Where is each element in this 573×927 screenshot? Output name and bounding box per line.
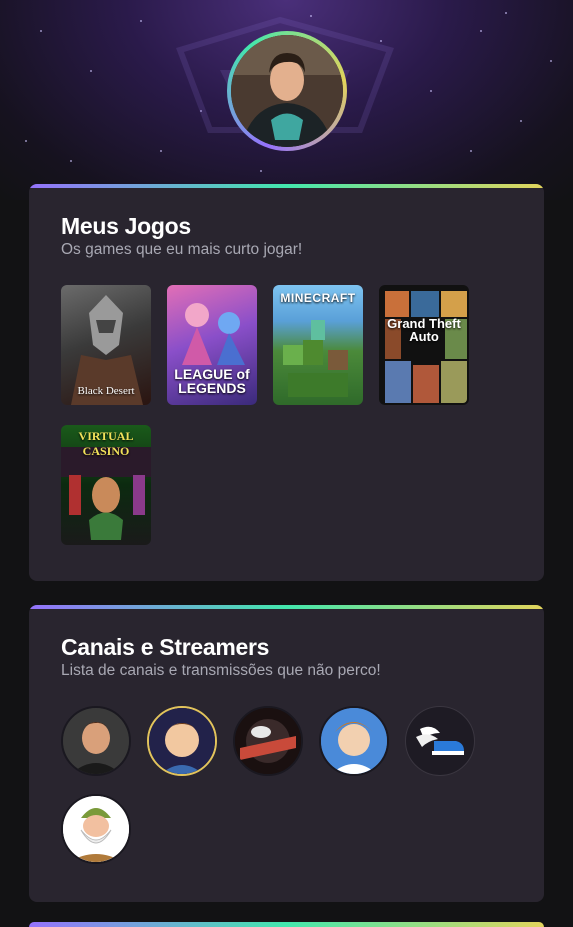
channels-card: Canais e Streamers Lista de canais e tra… xyxy=(29,605,544,902)
game-black-desert-label: Black Desert xyxy=(77,385,135,397)
channel-streamer-1[interactable] xyxy=(61,706,131,776)
games-title: Meus Jogos xyxy=(61,213,191,239)
profile-avatar[interactable] xyxy=(227,31,347,151)
game-gta-v[interactable]: Grand Theft Auto xyxy=(379,285,469,405)
next-card-top-border xyxy=(29,922,544,927)
streamer-4-avatar-icon xyxy=(321,708,387,774)
channel-dwarf-cartoon[interactable] xyxy=(61,794,131,864)
game-league-of-legends[interactable]: LEAGUE of LEGENDS xyxy=(167,285,257,405)
streamer-3-avatar-icon xyxy=(235,708,301,774)
games-card: Meus Jogos Os games que eu mais curto jo… xyxy=(29,184,544,581)
games-subtitle: Os games que eu mais curto jogar! xyxy=(61,241,303,258)
game-virtual-casino-label: VIRTUAL CASINO xyxy=(78,429,134,458)
game-black-desert[interactable]: Black Desert xyxy=(61,285,151,405)
game-minecraft[interactable]: MINECRAFT xyxy=(273,285,363,405)
channel-streamer-3[interactable] xyxy=(233,706,303,776)
channels-subtitle: Lista de canais e transmissões que não p… xyxy=(61,662,381,679)
person-icon xyxy=(231,35,343,147)
streamer-1-avatar-icon xyxy=(63,708,129,774)
dwarf-cartoon-avatar-icon xyxy=(63,796,129,862)
game-league-label: LEAGUE of LEGENDS xyxy=(174,366,250,396)
channel-streamer-2[interactable] xyxy=(147,706,217,776)
game-gta-label: Grand Theft Auto xyxy=(387,316,461,344)
winged-shoe-avatar-icon xyxy=(416,726,464,755)
channel-winged-shoe[interactable] xyxy=(405,706,475,776)
streamer-2-avatar-icon xyxy=(149,708,215,774)
game-minecraft-label: MINECRAFT xyxy=(280,291,356,305)
channel-streamer-4[interactable] xyxy=(319,706,389,776)
profile-photo-icon xyxy=(231,35,343,147)
game-virtual-casino[interactable]: VIRTUAL CASINO xyxy=(61,425,151,545)
channels-title: Canais e Streamers xyxy=(61,634,270,660)
gta-collage-icon xyxy=(385,291,467,403)
